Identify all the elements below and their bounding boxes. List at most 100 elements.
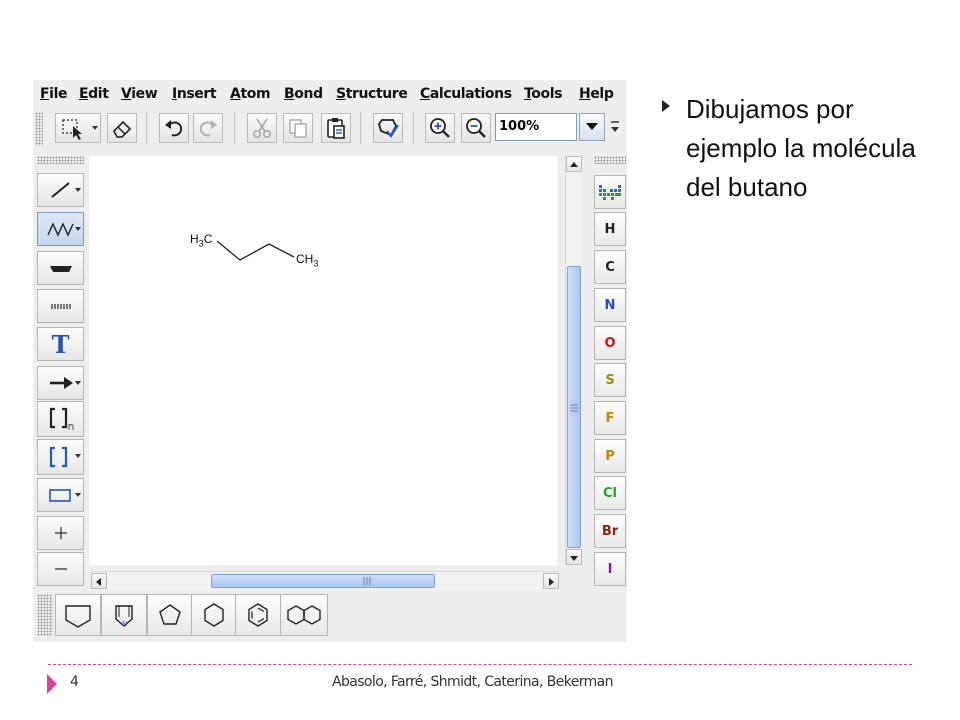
template-benzene-button[interactable] xyxy=(235,594,281,636)
copy-button[interactable] xyxy=(283,113,313,143)
menu-tools[interactable]: Tools xyxy=(524,86,562,102)
zoom-out-button[interactable] xyxy=(461,113,491,143)
template-cyclopentane-button[interactable] xyxy=(147,594,193,636)
single-bond-icon xyxy=(50,182,70,198)
menu-structure[interactable]: Structure xyxy=(336,86,408,102)
group-bracket-tool[interactable] xyxy=(37,439,84,475)
template-pyrrole-button[interactable]: N xyxy=(101,594,147,636)
clean-structure-button[interactable] xyxy=(373,113,403,143)
scroll-up-button[interactable] xyxy=(566,156,582,172)
periodic-table-button[interactable] xyxy=(594,175,626,209)
menu-edit[interactable]: Edit xyxy=(79,86,109,102)
element-symbol: C xyxy=(605,259,615,275)
zoom-in-button[interactable] xyxy=(425,113,455,143)
footer-authors: Abasolo, Farré, Shmidt, Caterina, Bekerm… xyxy=(332,674,614,690)
toolbar-separator xyxy=(146,112,147,144)
select-tool-button[interactable] xyxy=(55,113,101,143)
repeating-unit-tool[interactable] xyxy=(37,401,84,437)
footer-divider xyxy=(48,664,912,665)
chevron-down-icon xyxy=(75,493,81,497)
atom-label-h3c[interactable]: H3C xyxy=(190,232,212,248)
element-cl-button[interactable]: Cl xyxy=(594,476,626,510)
element-p-button[interactable]: P xyxy=(594,439,626,473)
element-symbol: F xyxy=(605,410,615,426)
element-c-button[interactable]: C xyxy=(594,250,626,284)
element-f-button[interactable]: F xyxy=(594,401,626,435)
pyrrole-template-icon: N xyxy=(115,605,133,628)
menu-atom[interactable]: Atom xyxy=(230,86,271,102)
element-s-button[interactable]: S xyxy=(594,363,626,397)
template-naphthalene-button[interactable] xyxy=(280,594,328,636)
footer-arrow-icon xyxy=(47,674,57,694)
chevron-down-icon xyxy=(75,227,81,231)
vertical-scrollbar[interactable] xyxy=(565,156,582,565)
element-br-button[interactable]: Br xyxy=(594,514,626,548)
rectangle-shape-tool[interactable] xyxy=(37,478,84,512)
left-toolbar-grip[interactable] xyxy=(37,156,84,164)
chevron-right-icon xyxy=(549,578,554,586)
horizontal-scrollbar[interactable] xyxy=(91,571,559,590)
zoom-combobox[interactable]: 100% xyxy=(495,113,577,141)
element-symbol: S xyxy=(605,372,615,388)
chevron-left-icon xyxy=(96,578,101,586)
svg-text:N: N xyxy=(122,620,127,628)
chevron-down-icon xyxy=(75,381,81,385)
scroll-right-button[interactable] xyxy=(543,573,559,589)
element-panel-grip[interactable] xyxy=(594,156,626,164)
template-generic-ring-button[interactable] xyxy=(55,594,101,636)
single-bond-tool[interactable] xyxy=(37,173,84,207)
eraser-icon xyxy=(113,120,132,138)
hashed-bond-tool[interactable] xyxy=(37,289,84,323)
clipboard-paste-icon xyxy=(327,118,345,139)
menu-insert[interactable]: Insert xyxy=(172,86,217,102)
hashed-bond-icon xyxy=(50,304,71,309)
wedge-bond-tool[interactable] xyxy=(37,251,84,285)
element-symbol: Br xyxy=(601,523,619,539)
drawing-canvas[interactable]: H3C CH3 xyxy=(89,156,557,565)
toolbar-separator xyxy=(234,112,235,144)
carbon-chain-bonds xyxy=(216,240,295,261)
arrow-right-icon xyxy=(49,377,73,389)
scroll-left-button[interactable] xyxy=(91,573,107,589)
element-symbol: P xyxy=(605,448,615,464)
toolbar-overflow-button[interactable] xyxy=(610,120,620,139)
main-toolbar: 100% xyxy=(33,110,627,150)
menu-bond[interactable]: Bond xyxy=(284,86,323,102)
zoom-dropdown-button[interactable] xyxy=(579,113,605,141)
increase-charge-tool[interactable] xyxy=(37,516,84,550)
horizontal-scroll-thumb[interactable] xyxy=(211,574,435,588)
chevron-down-icon xyxy=(75,454,81,458)
element-symbol: I xyxy=(607,561,613,577)
arrow-tool[interactable] xyxy=(37,366,84,400)
toolbar-grip[interactable] xyxy=(35,112,43,146)
redo-icon xyxy=(199,120,217,137)
chevron-down-icon xyxy=(586,123,598,130)
paste-button[interactable] xyxy=(321,113,351,143)
vertical-scroll-thumb[interactable] xyxy=(567,266,581,548)
menu-calculations[interactable]: Calculations xyxy=(420,86,512,102)
atom-label-ch3[interactable]: CH3 xyxy=(296,252,318,268)
element-i-button[interactable]: I xyxy=(594,552,626,586)
template-cyclohexane-button[interactable] xyxy=(191,594,237,636)
element-h-button[interactable]: H xyxy=(594,212,626,246)
chain-icon xyxy=(46,222,74,237)
chain-tool[interactable] xyxy=(37,212,84,246)
text-tool[interactable]: T xyxy=(37,327,84,361)
redo-button[interactable] xyxy=(193,113,223,143)
element-symbol: O xyxy=(604,335,616,351)
menu-view[interactable]: View xyxy=(121,86,158,102)
template-toolbar-grip[interactable] xyxy=(37,594,53,636)
undo-button[interactable] xyxy=(159,113,189,143)
element-n-button[interactable]: N xyxy=(594,288,626,322)
benzene-icon xyxy=(248,603,268,627)
scroll-down-button[interactable] xyxy=(566,549,582,565)
cut-button[interactable] xyxy=(247,113,277,143)
toolbar-separator xyxy=(360,112,361,144)
decrease-charge-tool[interactable] xyxy=(37,552,84,586)
erase-button[interactable] xyxy=(107,113,137,143)
element-o-button[interactable]: O xyxy=(594,326,626,360)
clean-2d-icon xyxy=(378,119,399,138)
menu-help[interactable]: Help xyxy=(579,86,614,102)
menu-file[interactable]: File xyxy=(40,86,67,102)
element-symbol: H xyxy=(604,221,616,237)
